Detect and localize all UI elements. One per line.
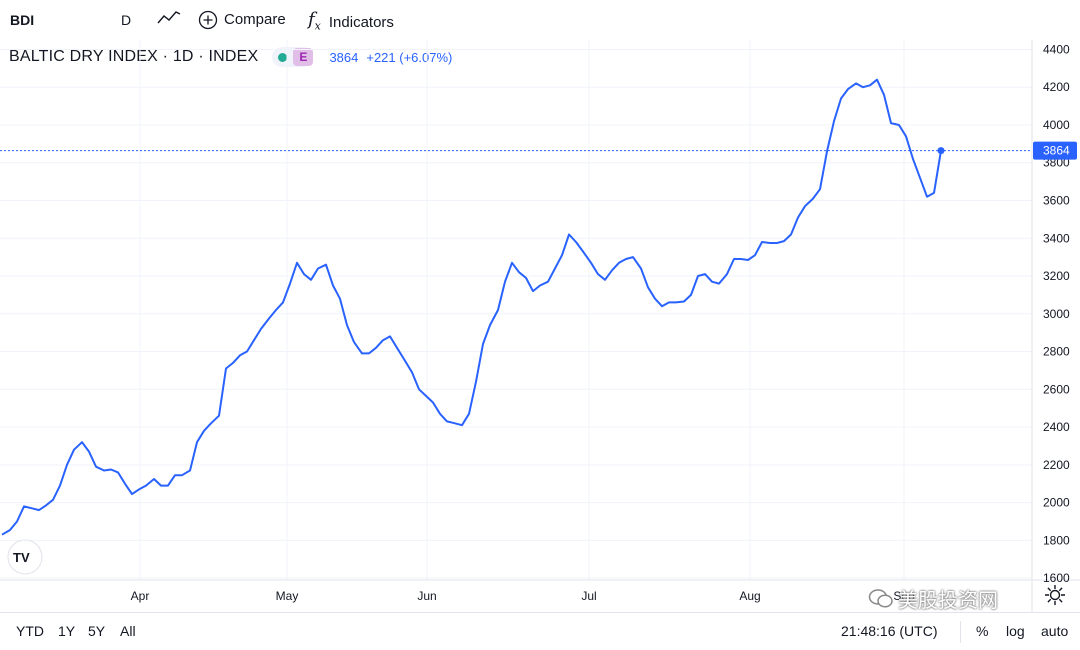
range-all[interactable]: All [120, 623, 136, 639]
range-ytd[interactable]: YTD [16, 623, 44, 639]
bottom-toolbar: YTD 1Y 5Y All 21:48:16 (UTC) % log auto [0, 612, 1080, 650]
compare-label: Compare [224, 11, 286, 28]
time-axis[interactable]: Apr May Jun Jul Aug Sep [131, 589, 915, 603]
plus-circle-icon [198, 10, 218, 30]
last-price-text: 3864 [1043, 144, 1070, 158]
range-1y[interactable]: 1Y [58, 623, 75, 639]
x-tick-label: Jul [581, 589, 596, 603]
y-tick-label: 2400 [1043, 420, 1070, 434]
y-tick-label: 3000 [1043, 307, 1070, 321]
x-tick-label: Aug [739, 589, 760, 603]
compare-button[interactable]: Compare [198, 10, 286, 30]
x-tick-label: Jun [417, 589, 436, 603]
symbol-button[interactable]: BDI [10, 10, 34, 30]
last-price-label: 3864 [1033, 141, 1077, 160]
log-toggle[interactable]: log [1006, 623, 1025, 639]
price-axis[interactable]: 1600180020002200240026002800300032003400… [1043, 42, 1070, 585]
clock[interactable]: 21:48:16 (UTC) [841, 623, 937, 639]
y-tick-label: 3200 [1043, 269, 1070, 283]
last-point [937, 147, 945, 155]
y-tick-label: 2200 [1043, 458, 1070, 472]
indicators-button[interactable]: fx Indicators [308, 10, 394, 37]
y-tick-label: 4400 [1043, 42, 1070, 56]
y-tick-label: 2000 [1043, 496, 1070, 510]
range-5y[interactable]: 5Y [88, 623, 105, 639]
x-tick-label: Apr [131, 589, 150, 603]
interval-button[interactable]: D [121, 10, 131, 30]
y-tick-label: 2800 [1043, 345, 1070, 359]
y-tick-label: 3400 [1043, 231, 1070, 245]
price-chart[interactable]: 1600180020002200240026002800300032003400… [0, 40, 1080, 612]
watermark: 美股投资网 [868, 584, 998, 613]
y-tick-label: 1800 [1043, 533, 1070, 547]
line-chart-icon [157, 11, 181, 24]
percent-toggle[interactable]: % [976, 623, 988, 639]
settings-gear-icon[interactable] [1043, 583, 1067, 607]
chart-grid [0, 40, 1032, 580]
y-tick-label: 2600 [1043, 382, 1070, 396]
tradingview-logo[interactable]: TV [7, 539, 43, 575]
y-tick-label: 3600 [1043, 193, 1070, 207]
fx-icon: fx [308, 9, 321, 33]
divider [960, 621, 961, 643]
auto-toggle[interactable]: auto [1041, 623, 1068, 639]
series-line[interactable] [1, 78, 942, 536]
watermark-text: 美股投资网 [898, 590, 998, 612]
top-toolbar: BDI D Compare fx Indicators [0, 0, 1080, 40]
x-tick-label: May [276, 589, 299, 603]
wechat-icon [868, 588, 893, 608]
y-tick-label: 4200 [1043, 80, 1070, 94]
indicators-label: Indicators [328, 14, 394, 32]
tv-logo-text: TV [13, 550, 30, 565]
y-tick-label: 4000 [1043, 118, 1070, 132]
chart-type-button[interactable] [156, 8, 182, 34]
